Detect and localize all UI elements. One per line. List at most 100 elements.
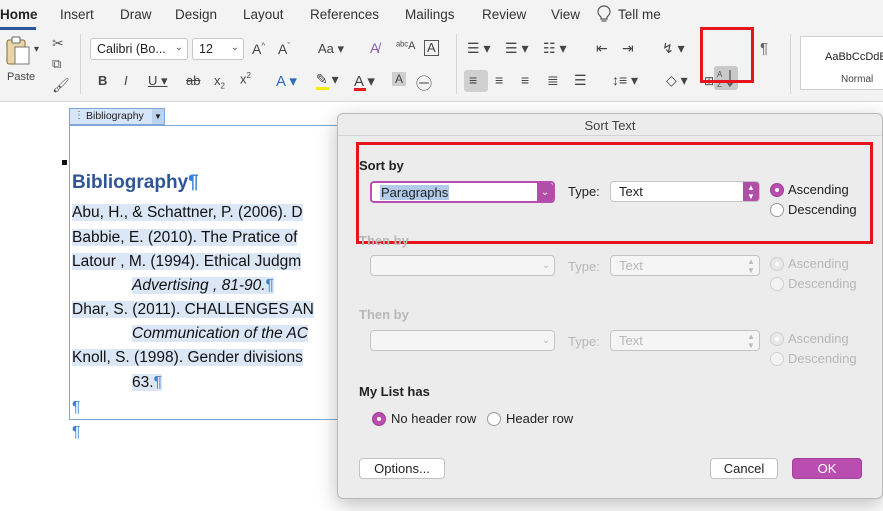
align-left-icon[interactable]: ≡ xyxy=(469,72,477,88)
ok-button[interactable]: OK xyxy=(792,458,862,479)
type-label: Type: xyxy=(568,259,600,274)
bold-icon[interactable]: B xyxy=(98,73,107,88)
multilevel-list-icon[interactable]: ☷ ▾ xyxy=(543,40,566,57)
header-row-radio[interactable] xyxy=(487,412,501,426)
tab-draw[interactable]: Draw xyxy=(120,7,152,22)
options-button[interactable]: Options... xyxy=(359,458,445,479)
type-label: Type: xyxy=(568,334,600,349)
empty-paragraph[interactable]: ¶ xyxy=(72,424,80,442)
font-name-value: Calibri (Bo... xyxy=(97,42,166,56)
shading-icon[interactable]: ◇ ▾ xyxy=(666,72,688,89)
copy-icon[interactable]: ⧉ xyxy=(52,57,61,70)
header-row-label: Header row xyxy=(506,411,574,426)
then-by-type-select[interactable]: Text ▲ ▼ xyxy=(610,255,760,276)
align-center-icon[interactable]: ≡ xyxy=(495,72,503,88)
underline-icon[interactable]: U ▾ xyxy=(148,73,168,89)
change-case-icon[interactable]: Aa ▾ xyxy=(318,41,344,57)
chevron-down-icon: ⌄ xyxy=(541,335,551,346)
drag-handle-icon[interactable]: ⋮ xyxy=(74,110,84,121)
entry-text: 63. xyxy=(132,374,154,391)
increase-indent-icon[interactable]: ⇥ xyxy=(622,40,634,57)
strikethrough-icon[interactable]: ab xyxy=(186,73,200,88)
pilcrow-mark: ¶ xyxy=(265,277,274,294)
clear-formatting-icon[interactable]: A̸ xyxy=(370,40,379,56)
ribbon-tab-bar: Home Insert Draw Design Layout Reference… xyxy=(0,0,883,30)
bullets-icon[interactable]: ☰ ▾ xyxy=(467,40,490,57)
type-value: Text xyxy=(619,258,643,273)
justify-icon[interactable]: ≣ xyxy=(547,72,559,89)
bibliography-entry-continuation[interactable]: Advertising , 81-90.¶ xyxy=(132,277,274,295)
line-spacing-icon[interactable]: ↕≡ ▾ xyxy=(612,72,638,89)
text-effects-icon[interactable]: A ▾ xyxy=(276,72,297,90)
bibliography-content-control xyxy=(69,125,359,420)
grow-font-icon[interactable]: A^ xyxy=(252,41,265,57)
tab-layout[interactable]: Layout xyxy=(243,7,284,22)
empty-paragraph[interactable]: ¶ xyxy=(72,399,80,417)
ascending-radio[interactable] xyxy=(770,257,784,271)
distributed-icon[interactable]: ☰ xyxy=(574,72,587,89)
entry-text: Abu, H., & Schattner, P. (2006). D xyxy=(72,204,303,221)
align-right-icon[interactable]: ≡ xyxy=(521,72,529,88)
entry-text: Communication of the AC xyxy=(132,325,309,342)
shrink-font-icon[interactable]: Aˇ xyxy=(278,41,290,57)
font-size-combo[interactable]: 12 ⌄ xyxy=(192,38,244,60)
paste-icon[interactable] xyxy=(4,36,32,66)
stepper-arrows-icon: ▲ ▼ xyxy=(747,257,755,275)
text-direction-icon[interactable]: ↯ ▾ xyxy=(662,40,685,57)
ascending-radio[interactable] xyxy=(770,332,784,346)
then-by-select[interactable]: ⌄ xyxy=(370,330,555,351)
entry-text: Latour , M. (1994). Ethical Judgm xyxy=(72,253,302,270)
tell-me-search[interactable]: Tell me xyxy=(618,7,661,22)
then-by-type-select[interactable]: Text ▲ ▼ xyxy=(610,330,760,351)
bibliography-entry-continuation[interactable]: 63.¶ xyxy=(132,374,162,392)
bibliography-entry[interactable]: Dhar, S. (2011). CHALLENGES AN xyxy=(72,301,314,319)
tab-view[interactable]: View xyxy=(551,7,580,22)
numbering-icon[interactable]: ☰ ▾ xyxy=(505,40,528,57)
no-header-row-radio[interactable] xyxy=(372,412,386,426)
ribbon-separator xyxy=(80,34,81,94)
then-by-select[interactable]: ⌄ xyxy=(370,255,555,276)
chevron-down-icon[interactable]: ▼ xyxy=(152,109,164,124)
cancel-button[interactable]: Cancel xyxy=(710,458,778,479)
bibliography-entry-continuation[interactable]: Communication of the AC xyxy=(132,325,309,343)
format-painter-icon[interactable]: 🖌 xyxy=(52,78,70,92)
sort-text-dialog: Sort Text Sort by Paragraphs ⌄ Type: Tex… xyxy=(337,113,883,499)
tab-review[interactable]: Review xyxy=(482,7,526,22)
show-formatting-marks-icon[interactable]: ¶ xyxy=(760,40,768,57)
style-preview-text: AaBbCcDdEe xyxy=(825,51,883,63)
descending-radio[interactable] xyxy=(770,352,784,366)
character-shading-icon[interactable]: A xyxy=(392,72,407,86)
styles-gallery[interactable]: AaBbCcDdEe Normal xyxy=(800,36,883,90)
descending-label: Descending xyxy=(788,276,857,291)
tab-references[interactable]: References xyxy=(310,7,379,22)
highlight-color-icon[interactable]: ✎ ▾ xyxy=(316,71,339,88)
style-name-normal: Normal xyxy=(841,74,874,85)
chevron-down-icon: ⌄ xyxy=(230,42,239,53)
character-border-icon[interactable]: A xyxy=(424,40,439,56)
bibliography-entry[interactable]: Latour , M. (1994). Ethical Judgm xyxy=(72,253,302,271)
bibliography-heading[interactable]: Bibliography¶ xyxy=(72,172,199,194)
enclose-characters-icon[interactable]: ㊀ xyxy=(416,70,432,94)
font-color-swatch xyxy=(354,88,366,91)
decrease-indent-icon[interactable]: ⇤ xyxy=(596,40,608,57)
subscript-icon[interactable]: x2 xyxy=(214,73,225,91)
ribbon-home: ▾ Paste ✂ ⧉ 🖌 Calibri (Bo... ⌄ 12 ⌄ A^ A… xyxy=(0,27,883,102)
bibliography-entry[interactable]: Knoll, S. (1998). Gender divisions xyxy=(72,349,303,367)
descending-radio[interactable] xyxy=(770,277,784,291)
tab-home[interactable]: Home xyxy=(0,7,38,22)
tab-design[interactable]: Design xyxy=(175,7,217,22)
font-name-combo[interactable]: Calibri (Bo... ⌄ xyxy=(90,38,188,60)
bibliography-entry[interactable]: Babbie, E. (2010). The Pratice of xyxy=(72,229,298,247)
phonetic-guide-icon[interactable]: ᵃᵇᶜA xyxy=(396,40,415,52)
cut-icon[interactable]: ✂ xyxy=(52,36,64,50)
ascending-label: Ascending xyxy=(788,256,849,271)
chevron-down-icon: ⌄ xyxy=(541,260,551,271)
bibliography-entry[interactable]: Abu, H., & Schattner, P. (2006). D xyxy=(72,204,303,222)
bibliography-content-control-tab[interactable]: ⋮ Bibliography ▼ xyxy=(69,108,165,125)
superscript-icon[interactable]: x2 xyxy=(240,71,251,86)
pilcrow-mark: ¶ xyxy=(72,399,81,416)
tab-mailings[interactable]: Mailings xyxy=(405,7,455,22)
tab-insert[interactable]: Insert xyxy=(60,7,94,22)
paste-dropdown-icon[interactable]: ▾ xyxy=(34,44,39,55)
italic-icon[interactable]: I xyxy=(124,73,128,88)
